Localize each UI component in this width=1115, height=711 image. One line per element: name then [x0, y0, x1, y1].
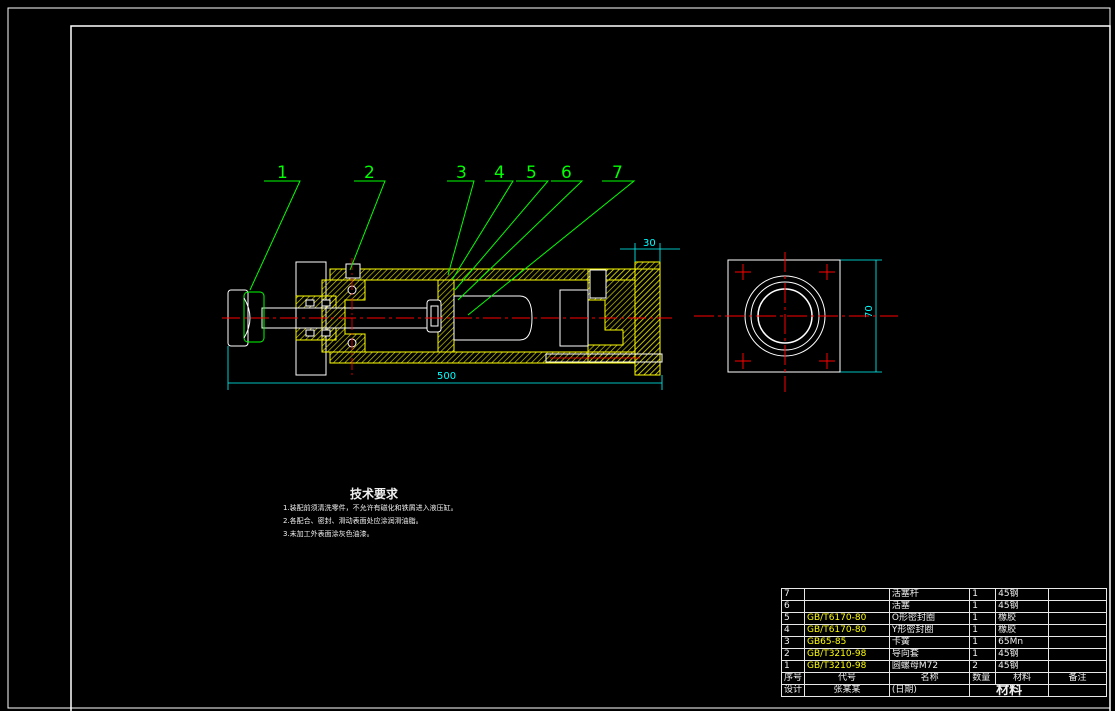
bom-material: 橡胶 [995, 612, 1049, 625]
bom-qty: 1 [969, 648, 997, 661]
dim-overall-length: 500 [437, 371, 456, 382]
title-block-row: 设计 张某某 (日期) 材料 [780, 684, 1108, 697]
date-label: (日期) [888, 684, 971, 697]
seal-2 [321, 299, 331, 307]
callout-leader-1 [249, 180, 301, 291]
bom-note [1047, 636, 1108, 649]
designer-label: 设计 [780, 684, 806, 697]
bom-material: 45钢 [995, 660, 1049, 673]
bom-header-material: 材料 [995, 672, 1049, 685]
bom-note [1047, 588, 1108, 601]
seal-3 [305, 329, 315, 337]
bom-code [804, 600, 890, 613]
bom-qty: 1 [969, 636, 997, 649]
guide-bushing [321, 279, 366, 353]
bom-name: 导向套 [888, 648, 971, 661]
callout-number: 4 [494, 163, 505, 183]
tech-note-line: 1.装配前须清洗零件，不允许有磁化和铁屑进入液压缸。 [283, 504, 458, 512]
material-label: 材料 [969, 684, 1049, 697]
tech-notes-title: 技术要求 [350, 487, 399, 501]
bom-header-code: 代号 [804, 672, 890, 685]
bom-header-qty: 数量 [969, 672, 997, 685]
bom-name: Y形密封圈 [888, 624, 971, 637]
callout-numbers: 1 2 3 4 5 6 7 [277, 163, 623, 183]
callout-number: 7 [612, 163, 623, 183]
bom-code: GB/T6170-80 [804, 624, 890, 637]
bom-name: 卡簧 [888, 636, 971, 649]
bom-qty: 1 [969, 588, 997, 601]
callout-number: 3 [456, 163, 467, 183]
bom-code [804, 588, 890, 601]
table-header-row: 序号 代号 名称 数量 材料 备注 [780, 672, 1108, 685]
table-row: 3 GB65-85 卡簧 1 65Mn [780, 636, 1108, 649]
designer-name: 张某某 [804, 684, 890, 697]
callout-number: 6 [561, 163, 572, 183]
bom-note [1047, 648, 1108, 661]
bom-name: 活塞杆 [888, 588, 971, 601]
piston-seal-inner [430, 305, 439, 327]
callout-leader-4 [451, 180, 514, 281]
bom-no: 7 [780, 588, 806, 601]
bom-code: GB/T3210-98 [804, 648, 890, 661]
bom-name: O形密封圈 [888, 612, 971, 625]
callout-number: 1 [277, 163, 288, 183]
bom-no: 3 [780, 636, 806, 649]
callout-leader-3 [447, 180, 475, 276]
bom-material: 45钢 [995, 600, 1049, 613]
bom-no: 1 [780, 660, 806, 673]
bom-no: 4 [780, 624, 806, 637]
bom-qty: 1 [969, 624, 997, 637]
table-row: 1 GB/T3210-98 圆螺母M72 2 45钢 [780, 660, 1108, 673]
dim-flange-width: 30 [643, 238, 656, 249]
cylinder-section-view [222, 258, 672, 378]
bom-no: 2 [780, 648, 806, 661]
port-rear [589, 269, 607, 299]
callout-number: 2 [364, 163, 375, 183]
table-row: 2 GB/T3210-98 导向套 1 45钢 [780, 648, 1108, 661]
rod-end-cap [243, 291, 265, 343]
bom-material: 45钢 [995, 588, 1049, 601]
tech-note-line: 2.各配合、密封、滑动表面处应涂润滑油脂。 [283, 517, 423, 525]
port-front [345, 263, 361, 279]
bom-no: 5 [780, 612, 806, 625]
bom-note [1047, 600, 1108, 613]
bom-code: GB65-85 [804, 636, 890, 649]
table-row: 5 GB/T6170-80 O形密封圈 1 橡胶 [780, 612, 1108, 625]
table-row: 7 活塞杆 1 45钢 [780, 588, 1108, 601]
bom-no: 6 [780, 600, 806, 613]
bom-header-name: 名称 [888, 672, 971, 685]
seal-1 [305, 299, 315, 307]
bom-material: 45钢 [995, 648, 1049, 661]
table-row: 4 GB/T6170-80 Y形密封圈 1 橡胶 [780, 624, 1108, 637]
bom-note [1047, 660, 1108, 673]
bom-qty: 2 [969, 660, 997, 673]
bom-qty: 1 [969, 600, 997, 613]
end-view [694, 252, 898, 392]
bom-name: 圆螺母M72 [888, 660, 971, 673]
bom-code: GB/T6170-80 [804, 612, 890, 625]
bom-note [1047, 612, 1108, 625]
bom-header-note: 备注 [1047, 672, 1108, 685]
bill-of-materials: 7 活塞杆 1 45钢 6 活塞 1 45钢 5 GB/T6170-80 O形密封圈 1 橡胶 4G… [780, 588, 1108, 697]
callout-leader-2 [349, 180, 386, 271]
tech-note-line: 3.未加工外表面涂灰色油漆。 [283, 530, 374, 538]
blank-cell [1047, 684, 1108, 697]
bom-name: 活塞 [888, 600, 971, 613]
callout-number: 5 [526, 163, 537, 183]
bom-qty: 1 [969, 612, 997, 625]
bom-material: 65Mn [995, 636, 1049, 649]
seal-4 [321, 329, 331, 337]
bom-header-no: 序号 [780, 672, 806, 685]
bom-code: GB/T3210-98 [804, 660, 890, 673]
bom-note [1047, 624, 1108, 637]
bom-material: 橡胶 [995, 624, 1049, 637]
table-row: 6 活塞 1 45钢 [780, 600, 1108, 613]
